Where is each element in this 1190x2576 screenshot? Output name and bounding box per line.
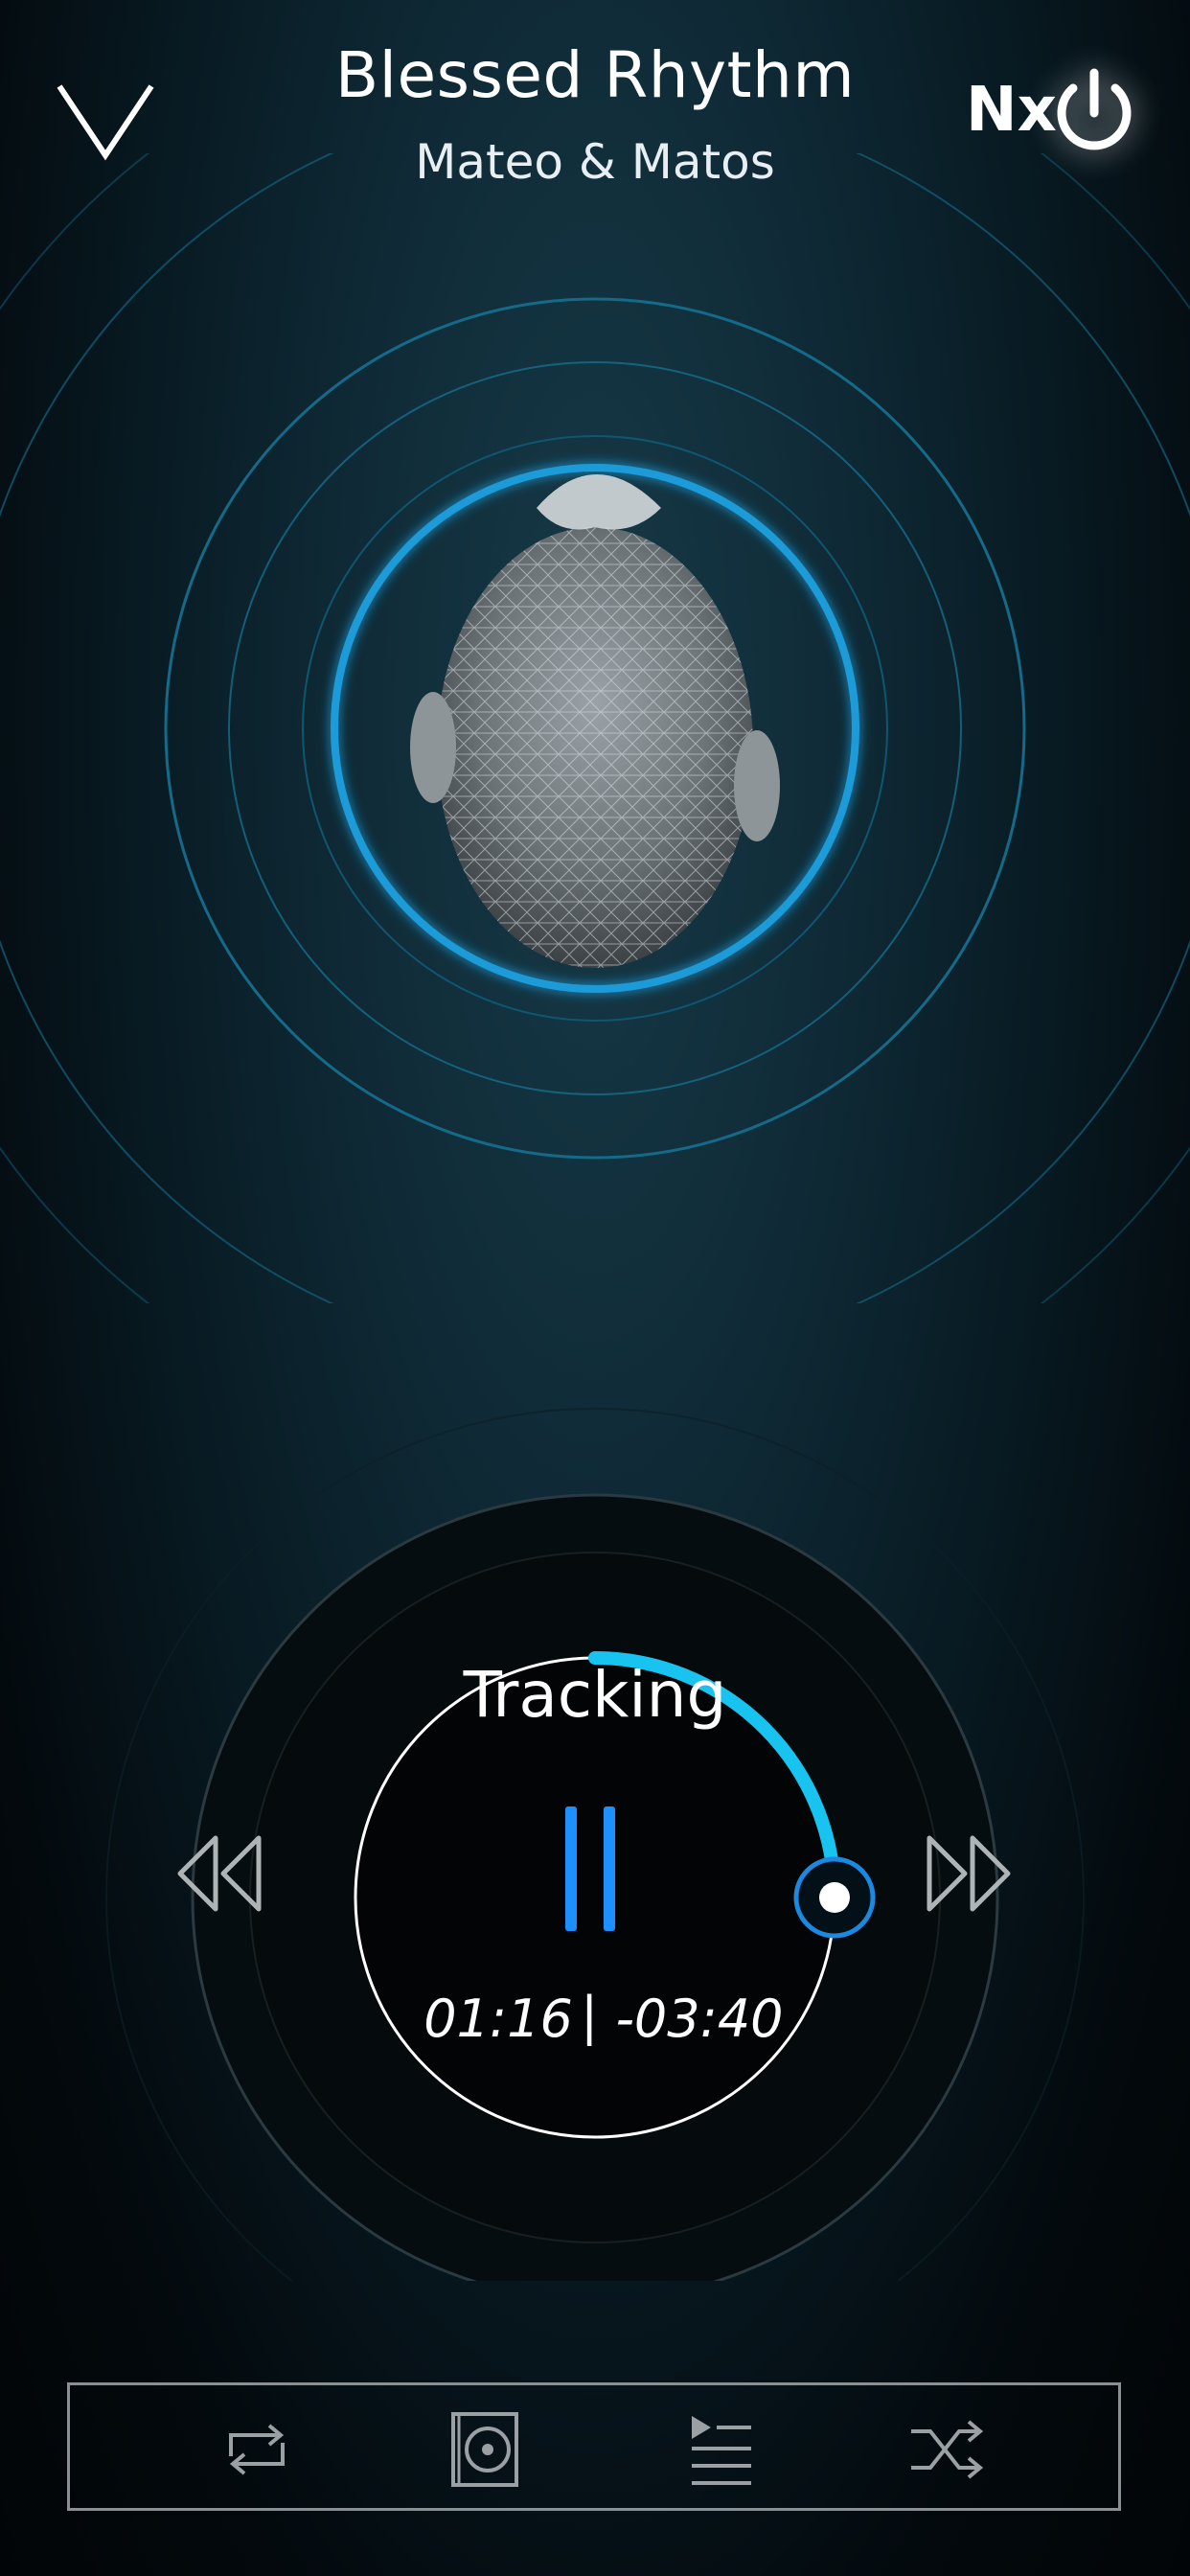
time-elapsed: 01:16 <box>423 1989 573 2049</box>
power-icon[interactable] <box>1046 59 1142 165</box>
shuffle-icon[interactable] <box>904 2406 990 2493</box>
mode-label: Nx <box>966 75 1057 146</box>
progress-knob[interactable] <box>793 1856 876 1939</box>
repeat-icon[interactable] <box>214 2406 300 2493</box>
rewind-icon[interactable] <box>172 1830 268 1917</box>
status-label: Tracking <box>463 1658 727 1732</box>
time-remaining: -03:40 <box>615 1989 784 2049</box>
fast-forward-icon[interactable] <box>920 1830 1016 1917</box>
head-wireframe-icon <box>410 474 780 968</box>
head-visual <box>0 153 1190 1303</box>
time-separator: | <box>581 1986 599 2046</box>
playlist-icon[interactable] <box>678 2406 765 2493</box>
player-dial <box>105 1408 1085 2281</box>
bottom-toolbar <box>67 2382 1121 2511</box>
pause-icon[interactable] <box>556 1806 642 1931</box>
album-icon[interactable] <box>444 2406 530 2493</box>
